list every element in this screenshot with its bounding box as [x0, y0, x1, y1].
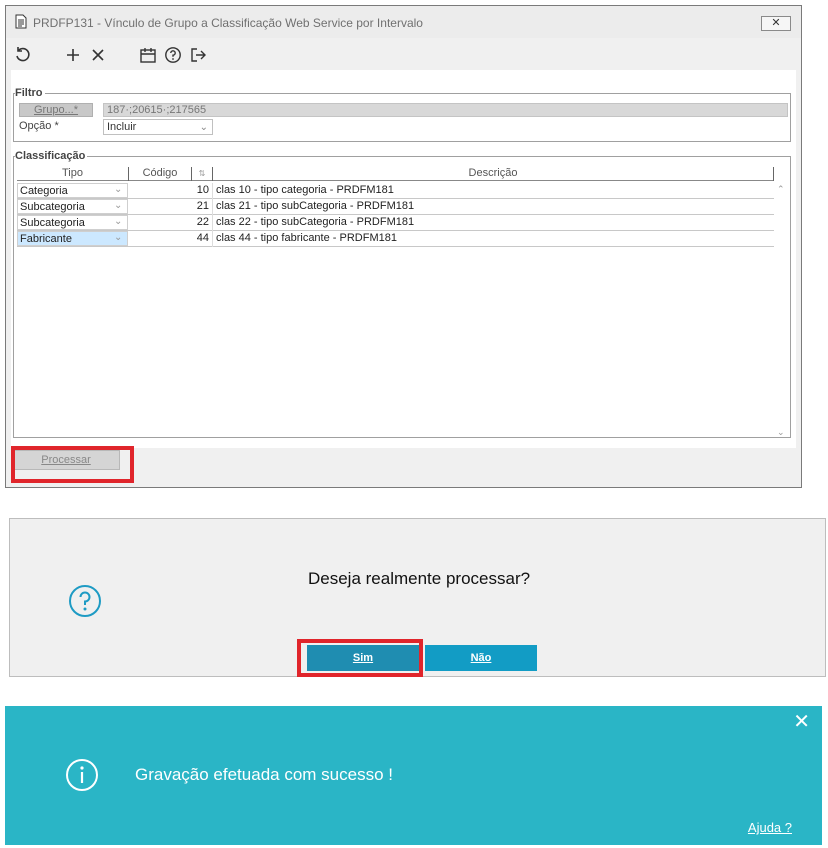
tipo-select[interactable]: Subcategoria ⌄ [17, 199, 129, 215]
opcao-select[interactable]: Incluir ⌄ [103, 119, 213, 135]
tipo-select[interactable]: Categoria ⌄ [17, 183, 129, 199]
column-header-descricao[interactable]: Descrição [213, 167, 774, 181]
grid-header: Tipo Código ⇅ Descrição [17, 167, 774, 181]
table-row[interactable]: Fabricante ⌄ 44 clas 44 - tipo fabricant… [17, 231, 774, 247]
document-icon [15, 14, 27, 29]
delete-icon[interactable] [89, 46, 107, 64]
table-row[interactable]: Subcategoria ⌄ 22 clas 22 - tipo subCate… [17, 215, 774, 231]
vertical-scrollbar[interactable]: ⌃ ⌄ [775, 182, 789, 438]
title-bar: PRDFP131 - Vínculo de Grupo a Classifica… [6, 6, 801, 38]
descricao-cell: clas 44 - tipo fabricante - PRDFM181 [216, 232, 397, 244]
column-header-codigo[interactable]: Código [129, 167, 192, 181]
chevron-down-icon: ⌄ [114, 216, 123, 227]
refresh-icon[interactable] [14, 46, 32, 64]
close-icon[interactable]: ✕ [793, 712, 810, 732]
tipo-select[interactable]: Subcategoria ⌄ [17, 215, 129, 231]
tipo-cell: Categoria [17, 183, 128, 198]
close-button[interactable]: ✕ [761, 16, 791, 31]
column-header-tipo[interactable]: Tipo [17, 167, 129, 181]
codigo-cell: 22 [129, 215, 213, 231]
tipo-cell: Fabricante [17, 231, 128, 246]
toolbar [6, 38, 801, 70]
scroll-up-icon[interactable]: ⌃ [777, 184, 785, 195]
exit-icon[interactable] [189, 46, 207, 64]
chevron-down-icon: ⌄ [114, 232, 123, 243]
descricao-cell: clas 21 - tipo subCategoria - PRDFM181 [216, 200, 415, 212]
grupo-button[interactable]: Grupo...* [19, 103, 93, 117]
success-toast: Gravação efetuada com sucesso ! ✕ Ajuda … [5, 706, 822, 845]
codigo-cell: 44 [129, 231, 213, 247]
help-icon[interactable] [164, 46, 182, 64]
chevron-down-icon: ⌄ [199, 122, 208, 133]
help-link[interactable]: Ajuda ? [748, 820, 792, 835]
question-icon [69, 585, 101, 617]
highlight-box [11, 446, 134, 483]
tipo-select[interactable]: Fabricante ⌄ [17, 231, 129, 247]
opcao-select-value: Incluir [107, 121, 137, 133]
nao-button[interactable]: Não [425, 645, 537, 671]
chevron-down-icon: ⌄ [114, 200, 123, 211]
chevron-down-icon: ⌄ [114, 184, 123, 195]
grupo-field[interactable]: 187·;20615·;217565 [103, 103, 788, 117]
confirm-message: Deseja realmente processar? [308, 569, 531, 588]
filtro-legend: Filtro [15, 87, 45, 99]
classificacao-legend: Classificação [15, 150, 88, 162]
tipo-cell: Subcategoria [17, 215, 128, 230]
table-row[interactable]: Categoria ⌄ 10 clas 10 - tipo categoria … [17, 183, 774, 199]
sort-icon[interactable]: ⇅ [192, 167, 213, 181]
window-title: PRDFP131 - Vínculo de Grupo a Classifica… [33, 16, 423, 30]
tipo-cell: Subcategoria [17, 199, 128, 214]
toast-message: Gravação efetuada com sucesso ! [135, 765, 393, 784]
table-row[interactable]: Subcategoria ⌄ 21 clas 21 - tipo subCate… [17, 199, 774, 215]
calendar-icon[interactable] [139, 46, 157, 64]
descricao-cell: clas 22 - tipo subCategoria - PRDFM181 [216, 216, 415, 228]
content-area: Filtro Grupo...* 187·;20615·;217565 Opçã… [11, 70, 796, 484]
codigo-cell: 21 [129, 199, 213, 215]
main-window: PRDFP131 - Vínculo de Grupo a Classifica… [5, 5, 802, 488]
highlight-box [297, 639, 423, 677]
info-icon [66, 759, 98, 791]
opcao-label: Opção * [19, 120, 59, 132]
add-icon[interactable] [64, 46, 82, 64]
descricao-cell: clas 10 - tipo categoria - PRDFM181 [216, 184, 394, 196]
scroll-down-icon[interactable]: ⌄ [777, 427, 785, 438]
codigo-cell: 10 [129, 183, 213, 199]
